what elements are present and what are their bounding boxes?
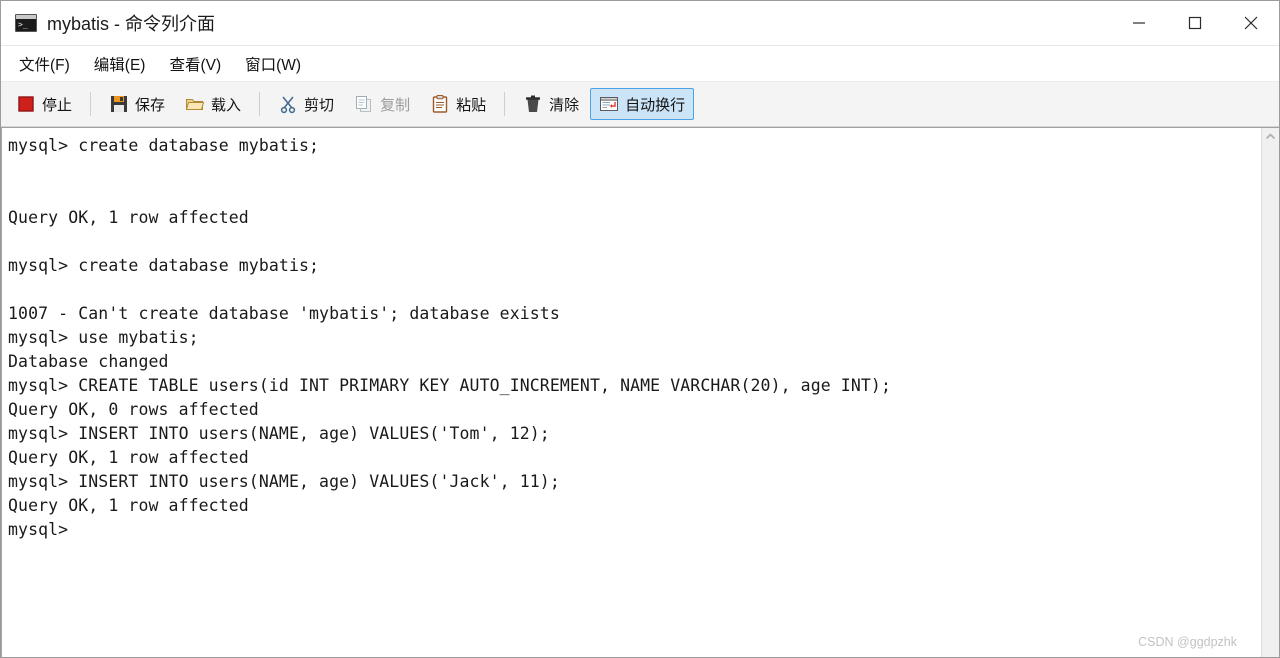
clear-button[interactable]: 清除 bbox=[514, 88, 588, 120]
save-button-label: 保存 bbox=[135, 96, 166, 114]
close-button[interactable] bbox=[1223, 1, 1279, 45]
open-folder-icon bbox=[185, 94, 205, 114]
menu-item-view-label: 查看(V) bbox=[169, 56, 222, 74]
copy-pages-icon bbox=[354, 94, 374, 114]
menu-item-edit[interactable]: 编辑(E) bbox=[86, 49, 154, 79]
application-window: mybatis - 命令列介面 文件(F) 编辑(E) bbox=[0, 0, 1280, 658]
cut-button[interactable]: 剪切 bbox=[269, 88, 343, 120]
scrollbar-track[interactable] bbox=[1262, 145, 1279, 657]
toolbar: 停止 保存 载入 剪切 复制 粘贴 清除 自动换行 bbox=[1, 82, 1279, 127]
window-title: mybatis - 命令列介面 bbox=[47, 14, 216, 34]
title-bar-left: mybatis - 命令列介面 bbox=[1, 10, 215, 36]
menu-item-window-label: 窗口(W) bbox=[245, 56, 302, 74]
toolbar-separator-2 bbox=[259, 92, 261, 116]
save-button[interactable]: 保存 bbox=[100, 88, 174, 120]
minimize-icon bbox=[1133, 22, 1145, 24]
load-button[interactable]: 载入 bbox=[176, 88, 250, 120]
copy-button-label: 复制 bbox=[380, 96, 411, 114]
vertical-scrollbar[interactable] bbox=[1261, 128, 1279, 657]
stop-square-icon bbox=[16, 94, 36, 114]
load-button-label: 载入 bbox=[211, 96, 242, 114]
scroll-up-button[interactable] bbox=[1262, 128, 1279, 145]
stop-button-label: 停止 bbox=[42, 96, 73, 114]
paste-button-label: 粘贴 bbox=[456, 96, 487, 114]
floppy-disk-icon bbox=[109, 94, 129, 114]
menu-bar: 文件(F) 编辑(E) 查看(V) 窗口(W) bbox=[1, 46, 1279, 82]
window-controls bbox=[1111, 1, 1279, 45]
menu-item-file[interactable]: 文件(F) bbox=[11, 49, 78, 79]
clear-button-label: 清除 bbox=[549, 96, 580, 114]
maximize-button[interactable] bbox=[1167, 1, 1223, 45]
menu-item-window[interactable]: 窗口(W) bbox=[237, 49, 309, 79]
word-wrap-icon bbox=[599, 94, 619, 114]
stop-button[interactable]: 停止 bbox=[7, 88, 81, 120]
console-icon bbox=[15, 14, 37, 32]
menu-item-edit-label: 编辑(E) bbox=[93, 56, 146, 74]
close-icon bbox=[1244, 16, 1258, 30]
word-wrap-toggle[interactable]: 自动换行 bbox=[590, 88, 695, 120]
minimize-button[interactable] bbox=[1111, 1, 1167, 45]
paste-button[interactable]: 粘贴 bbox=[421, 88, 495, 120]
title-bar: mybatis - 命令列介面 bbox=[1, 1, 1279, 46]
menu-item-file-label: 文件(F) bbox=[19, 56, 70, 74]
copy-button[interactable]: 复制 bbox=[345, 88, 419, 120]
console-text: mysql> create database mybatis; Query OK… bbox=[8, 136, 891, 539]
scissors-icon bbox=[278, 94, 298, 114]
watermark: CSDN @ggdpzhk bbox=[1138, 635, 1237, 649]
console-output[interactable]: mysql> create database mybatis; Query OK… bbox=[1, 128, 1261, 657]
cut-button-label: 剪切 bbox=[304, 96, 335, 114]
clipboard-icon bbox=[430, 94, 450, 114]
word-wrap-label: 自动换行 bbox=[625, 96, 686, 114]
console-area: mysql> create database mybatis; Query OK… bbox=[1, 127, 1279, 657]
maximize-icon bbox=[1188, 16, 1202, 30]
toolbar-separator-1 bbox=[90, 92, 92, 116]
toolbar-separator-3 bbox=[504, 92, 506, 116]
trash-can-icon bbox=[523, 94, 543, 114]
menu-item-view[interactable]: 查看(V) bbox=[161, 49, 229, 79]
chevron-up-icon bbox=[1266, 133, 1275, 139]
